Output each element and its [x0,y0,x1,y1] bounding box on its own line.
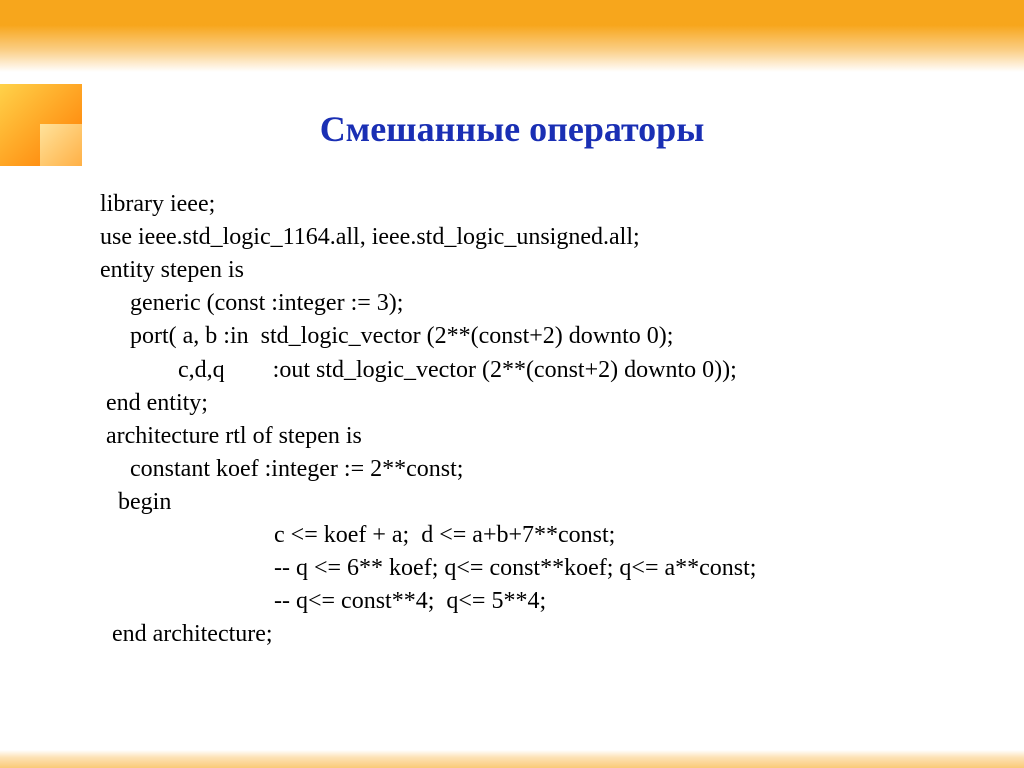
slide: Смешанные операторы library ieee; use ie… [0,0,1024,768]
bottom-gradient-bar [0,750,1024,768]
slide-title: Смешанные операторы [0,108,1024,150]
code-block: library ieee; use ieee.std_logic_1164.al… [100,188,984,652]
top-gradient-bar [0,0,1024,72]
